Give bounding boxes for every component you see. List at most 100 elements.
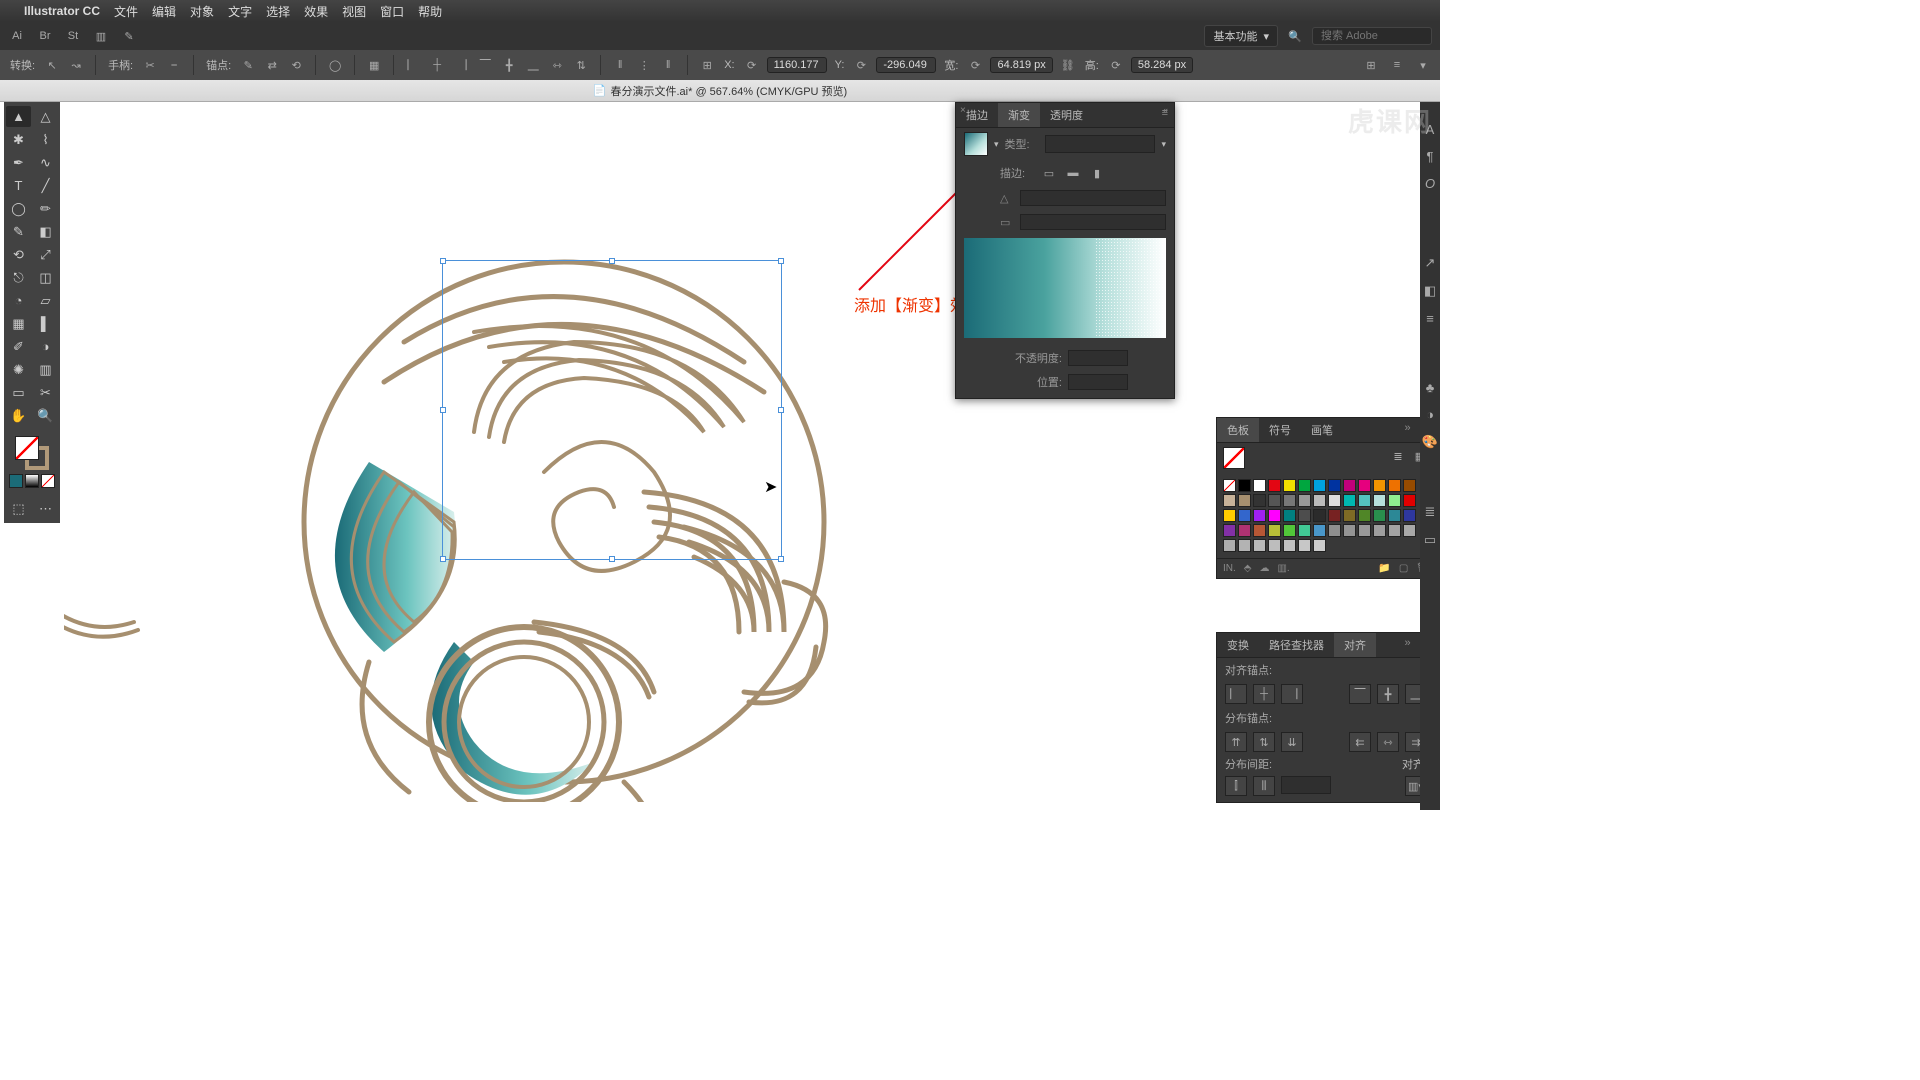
swatch[interactable] bbox=[1388, 494, 1401, 507]
swatch[interactable] bbox=[1328, 509, 1341, 522]
tab-opacity[interactable]: 透明度 bbox=[1040, 103, 1093, 127]
handle-icon-2[interactable]: ⎯ bbox=[165, 56, 183, 74]
selection-tool[interactable]: ▲ bbox=[6, 106, 31, 127]
handle-icon-1[interactable]: ✂ bbox=[141, 56, 159, 74]
perspective-tool[interactable]: ▱ bbox=[33, 290, 58, 311]
align-left-btn[interactable]: ⎸ bbox=[1225, 684, 1247, 704]
swatch[interactable] bbox=[1298, 524, 1311, 537]
dist-hcenter-btn[interactable]: ⇿ bbox=[1377, 732, 1399, 752]
wh-constrain-icon[interactable]: ⛓ bbox=[1059, 56, 1077, 74]
line-tool[interactable]: ╱ bbox=[33, 175, 58, 196]
edit-toolbar-icon[interactable]: ⋯ bbox=[33, 498, 58, 519]
swatch[interactable] bbox=[1268, 494, 1281, 507]
swatch[interactable] bbox=[1238, 479, 1251, 492]
swatch[interactable] bbox=[1373, 494, 1386, 507]
swatch[interactable] bbox=[1388, 509, 1401, 522]
gradient-mode-swatch[interactable] bbox=[25, 474, 39, 488]
search-input[interactable] bbox=[1312, 27, 1432, 45]
dock-asset-icon[interactable]: ◧ bbox=[1424, 283, 1436, 299]
tab-transform[interactable]: 变换 bbox=[1217, 633, 1259, 657]
menu-file[interactable]: 文件 bbox=[114, 3, 138, 20]
snap-icon[interactable]: ⊞ bbox=[1362, 56, 1380, 74]
swatch[interactable] bbox=[1343, 494, 1356, 507]
spacing-field[interactable] bbox=[1281, 776, 1331, 794]
align-top-icon[interactable]: ⎺ bbox=[476, 56, 494, 74]
dock-layers-icon[interactable]: ≣ bbox=[1425, 504, 1436, 520]
swatch[interactable] bbox=[1313, 539, 1326, 552]
column-graph-tool[interactable]: ▥ bbox=[33, 359, 58, 380]
align-top-btn[interactable]: ⎺ bbox=[1349, 684, 1371, 704]
swatch[interactable] bbox=[1373, 509, 1386, 522]
type-tool[interactable]: T bbox=[6, 175, 31, 196]
convert-point-icon[interactable]: ↖ bbox=[43, 56, 61, 74]
mesh-tool[interactable]: ▦ bbox=[6, 313, 31, 334]
scale-tool[interactable]: ⤢ bbox=[33, 244, 58, 265]
w-field[interactable]: 64.819 px bbox=[990, 57, 1052, 73]
home-icon[interactable]: Ai bbox=[8, 27, 26, 45]
dist-h-space-btn[interactable]: ⫼ bbox=[1253, 776, 1275, 796]
swatch[interactable] bbox=[1328, 479, 1341, 492]
vdist3-icon[interactable]: ‖ bbox=[659, 56, 677, 74]
align-left-icon[interactable]: ⎸ bbox=[404, 56, 422, 74]
h-field[interactable]: 58.284 px bbox=[1131, 57, 1193, 73]
menu-view[interactable]: 视图 bbox=[342, 3, 366, 20]
dock-color-icon[interactable]: ◑ bbox=[1426, 407, 1434, 422]
swatch[interactable] bbox=[1268, 479, 1281, 492]
isolate-icon[interactable]: ◯ bbox=[326, 56, 344, 74]
direct-selection-tool[interactable]: △ bbox=[33, 106, 58, 127]
ellipse-tool[interactable]: ◯ bbox=[6, 198, 31, 219]
swatch[interactable] bbox=[1283, 539, 1296, 552]
dock-swatch-icon[interactable]: ♣ bbox=[1426, 380, 1435, 395]
align-right-btn[interactable]: ⎹ bbox=[1281, 684, 1303, 704]
screen-mode-icon[interactable]: ⬚ bbox=[6, 498, 31, 519]
stock-icon[interactable]: St bbox=[64, 27, 82, 45]
swatch-kind-icon[interactable]: ⬘ bbox=[1244, 563, 1252, 574]
pen-tool[interactable]: ✒ bbox=[6, 152, 31, 173]
swatch-options-icon[interactable]: ☁ bbox=[1259, 563, 1269, 574]
hand-tool[interactable]: ✋ bbox=[6, 405, 31, 426]
swatch[interactable] bbox=[1358, 494, 1371, 507]
panel-close-icon[interactable]: × bbox=[960, 105, 966, 116]
swatch[interactable] bbox=[1358, 524, 1371, 537]
curvature-tool[interactable]: ∿ bbox=[33, 152, 58, 173]
tab-swatches[interactable]: 色板 bbox=[1217, 418, 1259, 442]
swatch[interactable] bbox=[1238, 539, 1251, 552]
menu-window[interactable]: 窗口 bbox=[380, 3, 404, 20]
swatch[interactable] bbox=[1223, 494, 1236, 507]
shaper-tool[interactable]: ✎ bbox=[6, 221, 31, 242]
swatch[interactable] bbox=[1253, 524, 1266, 537]
anchor-connect-icon[interactable]: ⇄ bbox=[263, 56, 281, 74]
new-swatch-icon[interactable]: ▢ bbox=[1399, 563, 1408, 574]
gradient-tool[interactable]: ▌ bbox=[33, 313, 58, 334]
symbol-sprayer-tool[interactable]: ✺ bbox=[6, 359, 31, 380]
align-pixel-icon[interactable]: ▦ bbox=[365, 56, 383, 74]
swatch[interactable] bbox=[1253, 539, 1266, 552]
tab-align[interactable]: 对齐 bbox=[1334, 633, 1376, 657]
swatch[interactable] bbox=[1403, 494, 1416, 507]
swatch[interactable] bbox=[1253, 494, 1266, 507]
swatches-panel[interactable]: 色板 符号 画笔 » ≡ ≣ ▦ IN. ⬘ ☁ ▥. 📁 ▢ 🗑 bbox=[1216, 417, 1436, 579]
document-tab[interactable]: 📄 春分演示文件.ai* @ 567.64% (CMYK/GPU 预览) bbox=[0, 80, 1440, 102]
swatch[interactable] bbox=[1253, 509, 1266, 522]
dock-character-icon[interactable]: A bbox=[1426, 122, 1435, 137]
anchor-cut-icon[interactable]: ⟲ bbox=[287, 56, 305, 74]
stroke-mode-3-icon[interactable]: ▮ bbox=[1088, 164, 1106, 182]
x-link-icon[interactable]: ⟳ bbox=[743, 56, 761, 74]
y-field[interactable]: -296.049 bbox=[876, 57, 936, 73]
align-expand-icon[interactable]: » bbox=[1398, 633, 1416, 657]
swatch[interactable] bbox=[1223, 539, 1236, 552]
swatch[interactable] bbox=[1343, 509, 1356, 522]
swatch[interactable] bbox=[1268, 509, 1281, 522]
swatch[interactable] bbox=[1238, 509, 1251, 522]
swatch[interactable] bbox=[1253, 479, 1266, 492]
blend-tool[interactable]: ◑ bbox=[33, 336, 58, 357]
dist-top-btn[interactable]: ⇈ bbox=[1225, 732, 1247, 752]
eraser-tool[interactable]: ◧ bbox=[33, 221, 58, 242]
gradient-preview[interactable] bbox=[964, 238, 1166, 338]
swatch[interactable] bbox=[1388, 524, 1401, 537]
swatch[interactable] bbox=[1238, 494, 1251, 507]
fill-swatch[interactable] bbox=[15, 436, 39, 460]
selection-bbox[interactable] bbox=[442, 260, 782, 560]
anchor-remove-icon[interactable]: ✎ bbox=[239, 56, 257, 74]
search-icon[interactable]: 🔍 bbox=[1286, 27, 1304, 45]
